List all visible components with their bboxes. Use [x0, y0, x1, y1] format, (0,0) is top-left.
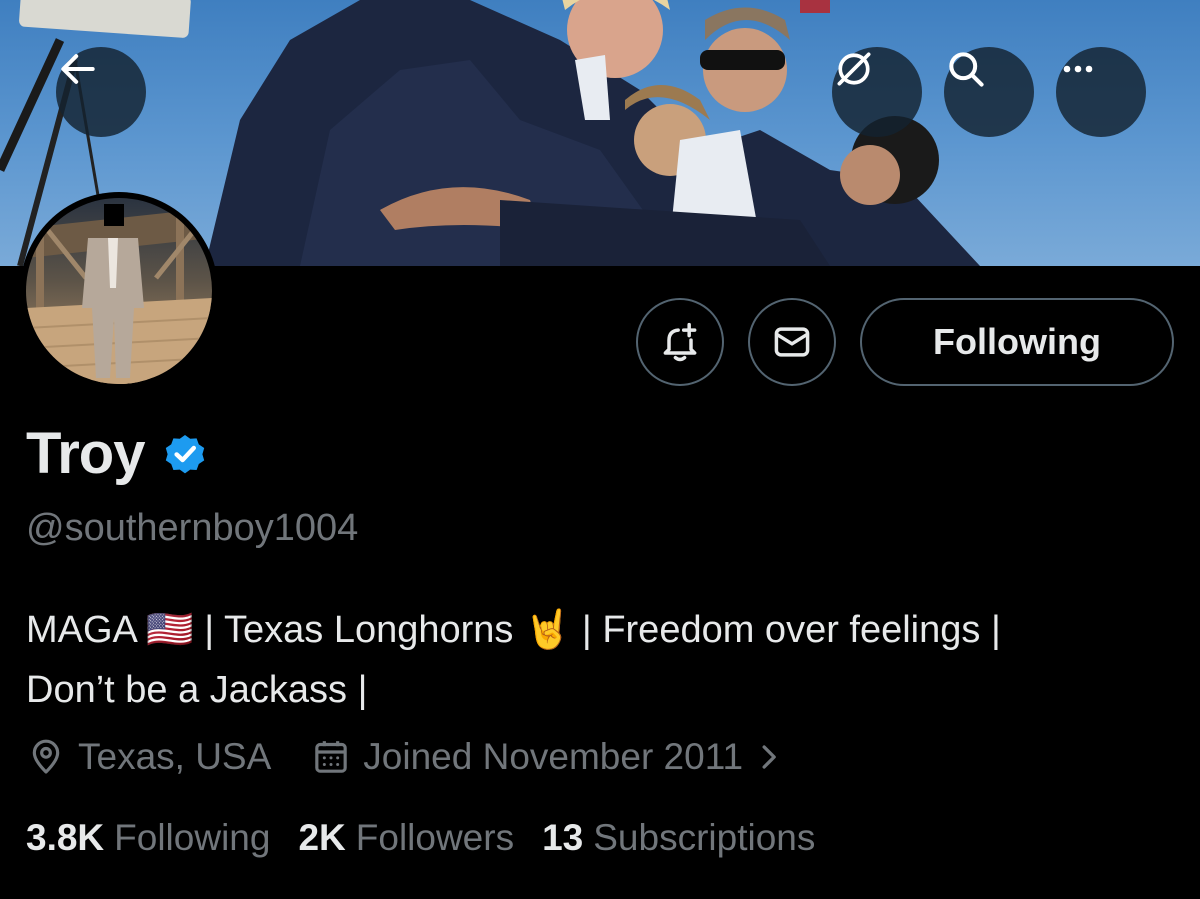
bell-plus-icon [663, 322, 697, 362]
grok-button[interactable] [832, 47, 922, 137]
profile-handle: @southernboy1004 [26, 507, 359, 549]
bio-line-2: Don’t be a Jackass | [26, 669, 368, 711]
avatar-photo [26, 198, 212, 384]
profile-avatar[interactable] [20, 192, 218, 390]
display-name: Troy [26, 421, 145, 486]
arrow-left-icon [61, 54, 95, 84]
notify-button[interactable] [636, 298, 724, 386]
profile-stats: 3.8K Following 2K Followers 13 Subscript… [26, 817, 843, 859]
joined-item[interactable]: Joined November 2011 [311, 736, 799, 778]
subscriptions-label: Subscriptions [593, 817, 816, 858]
subscriptions-stat[interactable]: 13 Subscriptions [542, 817, 815, 859]
calendar-icon [315, 741, 348, 773]
following-count: 3.8K [26, 817, 105, 858]
profile-name-row: Troy [26, 420, 209, 487]
search-icon [949, 52, 984, 87]
subscriptions-count: 13 [542, 817, 584, 858]
followers-stat[interactable]: 2K Followers [298, 817, 514, 859]
following-stat[interactable]: 3.8K Following [26, 817, 270, 859]
followers-label: Followers [355, 817, 515, 858]
following-button-label: Following [933, 321, 1101, 362]
message-button[interactable] [748, 298, 836, 386]
bio-text-longhorns: | Texas Longhorns [204, 609, 514, 651]
grok-icon [837, 52, 871, 86]
mail-icon [774, 327, 810, 357]
back-button[interactable] [56, 47, 146, 137]
verified-badge-icon[interactable] [161, 430, 209, 478]
location-item: Texas, USA [26, 736, 271, 778]
more-button[interactable] [1056, 47, 1146, 137]
bio-text-freedom: | Freedom over feelings | [581, 609, 1001, 651]
followers-count: 2K [298, 817, 346, 858]
bio-line-1: MAGA 🇺🇸 | Texas Longhorns 🤘 | Freedom ov… [26, 600, 1176, 660]
following-label: Following [114, 817, 271, 858]
us-flag-emoji: 🇺🇸 [146, 609, 194, 651]
chevron-right-icon [762, 745, 776, 769]
joined-text: Joined November 2011 [363, 736, 744, 777]
more-horizontal-icon [1063, 65, 1093, 73]
bio-text-maga: MAGA [26, 609, 136, 651]
location-text: Texas, USA [78, 736, 272, 777]
search-button[interactable] [944, 47, 1034, 137]
following-button[interactable]: Following [860, 298, 1174, 386]
horns-emoji: 🤘 [524, 609, 572, 651]
profile-bio: MAGA 🇺🇸 | Texas Longhorns 🤘 | Freedom ov… [26, 600, 1176, 720]
profile-meta: Texas, USA Joined November 2011 [26, 736, 799, 778]
location-pin-icon [32, 739, 60, 774]
